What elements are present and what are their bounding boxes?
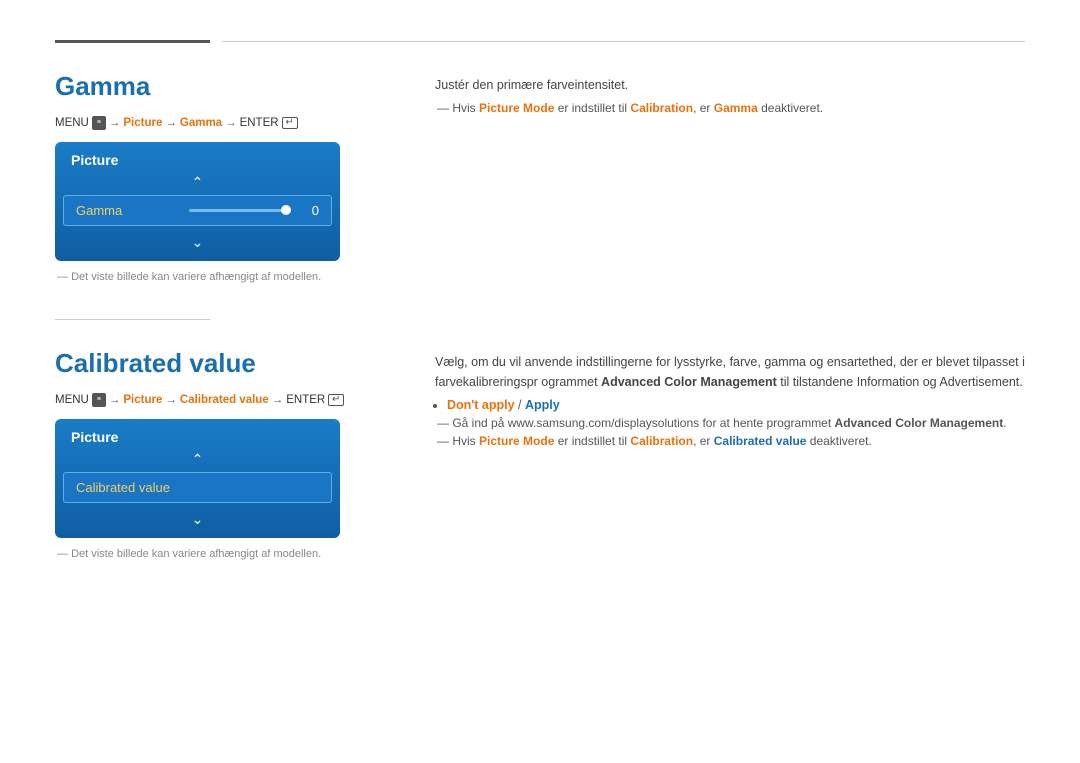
menu-label: MENU xyxy=(55,117,89,129)
cal-menu-icon: ≡ xyxy=(92,393,106,407)
gamma-note-gamma: Gamma xyxy=(714,101,758,115)
calibrated-description: Vælg, om du vil anvende indstillingerne … xyxy=(435,352,1025,392)
calibrated-footnote: Det viste billede kan variere afhængigt … xyxy=(55,548,395,560)
gamma-note: Hvis Picture Mode er indstillet til Cali… xyxy=(435,101,1025,115)
calibrated-note2: Hvis Picture Mode er indstillet til Cali… xyxy=(435,434,1025,448)
gamma-path-enter: ENTER xyxy=(240,117,279,129)
calibrated-title: Calibrated value xyxy=(55,348,395,379)
calibrated-right-col: Vælg, om du vil anvende indstillingerne … xyxy=(435,348,1025,560)
gamma-path-gamma: Gamma xyxy=(180,117,222,129)
calibrated-chevron-up-icon[interactable]: ⌃ xyxy=(55,449,340,472)
calibrated-menu-path: MENU ≡ → Picture → Calibrated value → EN… xyxy=(55,393,395,407)
section-divider xyxy=(55,319,210,320)
cal-note2-picture-mode: Picture Mode xyxy=(479,434,554,448)
cal-note2-calibration: Calibration xyxy=(630,434,693,448)
apply-text[interactable]: Apply xyxy=(525,398,560,412)
calibrated-widget-row[interactable]: Calibrated value xyxy=(63,472,332,503)
slash-separator: / xyxy=(515,398,525,412)
calibrated-widget-header: Picture xyxy=(55,419,340,449)
cal-path-calibrated: Calibrated value xyxy=(180,394,269,406)
gamma-title: Gamma xyxy=(55,71,395,102)
gamma-note-picture-mode: Picture Mode xyxy=(479,101,554,115)
gamma-menu-path: MENU ≡ → Picture → Gamma → ENTER ↵ xyxy=(55,116,395,130)
divider-dark xyxy=(55,40,210,43)
gamma-slider-track[interactable] xyxy=(189,209,292,212)
cal-path-enter: ENTER xyxy=(286,394,325,406)
gamma-widget-row[interactable]: Gamma 0 xyxy=(63,195,332,226)
apply-links: Don't apply / Apply xyxy=(447,398,560,412)
gamma-note-calibration: Calibration xyxy=(630,101,693,115)
cal-path-picture: Picture xyxy=(123,394,162,406)
cal-note2-calibrated-value: Calibrated value xyxy=(714,434,807,448)
cal-enter-icon: ↵ xyxy=(328,394,344,406)
divider-light xyxy=(222,41,1025,42)
gamma-left-col: Gamma MENU ≡ → Picture → Gamma → ENTER ↵… xyxy=(55,71,395,283)
gamma-right-col: Justér den primære farveintensitet. Hvis… xyxy=(435,71,1025,283)
gamma-picture-widget: Picture ⌃ Gamma 0 ⌄ xyxy=(55,142,340,261)
gamma-section: Gamma MENU ≡ → Picture → Gamma → ENTER ↵… xyxy=(55,71,1025,283)
gamma-chevron-up-icon[interactable]: ⌃ xyxy=(55,172,340,195)
top-dividers xyxy=(55,40,1025,43)
gamma-row-value: 0 xyxy=(301,203,319,218)
calibrated-section: Calibrated value MENU ≡ → Picture → Cali… xyxy=(55,348,1025,560)
gamma-row-label: Gamma xyxy=(76,203,179,218)
calibrated-row-label: Calibrated value xyxy=(76,480,319,495)
calibrated-desc-acm: Advanced Color Management xyxy=(601,375,777,389)
gamma-description: Justér den primære farveintensitet. xyxy=(435,75,1025,95)
gamma-chevron-down-icon[interactable]: ⌄ xyxy=(55,230,340,261)
menu-icon: ≡ xyxy=(92,116,106,130)
gamma-widget-header: Picture xyxy=(55,142,340,172)
cal-menu-label: MENU xyxy=(55,394,89,406)
calibrated-apply-option: Don't apply / Apply xyxy=(447,398,1025,412)
calibrated-note1-acm: Advanced Color Management xyxy=(835,416,1004,430)
calibrated-left-col: Calibrated value MENU ≡ → Picture → Cali… xyxy=(55,348,395,560)
calibrated-bullet-list: Don't apply / Apply xyxy=(435,398,1025,412)
gamma-slider-thumb xyxy=(281,205,291,215)
calibrated-note1: Gå ind på www.samsung.com/displaysolutio… xyxy=(435,416,1025,430)
dont-apply-text[interactable]: Don't apply xyxy=(447,398,515,412)
gamma-footnote: Det viste billede kan variere afhængigt … xyxy=(55,271,395,283)
gamma-path-picture: Picture xyxy=(123,117,162,129)
calibrated-chevron-down-icon[interactable]: ⌄ xyxy=(55,507,340,538)
page-container: Gamma MENU ≡ → Picture → Gamma → ENTER ↵… xyxy=(0,0,1080,636)
enter-icon: ↵ xyxy=(282,117,298,129)
calibrated-picture-widget: Picture ⌃ Calibrated value ⌄ xyxy=(55,419,340,538)
